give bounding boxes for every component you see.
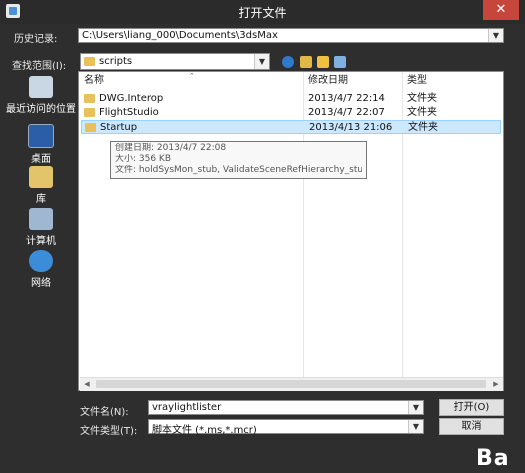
filetype-select[interactable]: 脚本文件 (*.ms,*.mcr) ▼ xyxy=(148,419,424,436)
window-title: 打开文件 xyxy=(238,6,287,20)
sort-arrow-icon: ⌃ xyxy=(189,72,195,80)
watermark: Ba xyxy=(476,446,510,471)
place-label: 网络 xyxy=(31,278,51,289)
lookin-value: scripts xyxy=(99,56,133,67)
folder-tooltip: 创建日期: 2013/4/7 22:08 大小: 356 KB 文件: hold… xyxy=(110,141,367,179)
place-recent[interactable]: 最近访问的位置 xyxy=(6,76,76,115)
folder-icon xyxy=(85,123,96,132)
open-file-dialog: 打开文件 ✕ 历史记录: C:\Users\liang_000\Document… xyxy=(0,0,525,473)
view-menu-icon[interactable] xyxy=(334,56,346,68)
file-date: 2013/4/7 22:14 xyxy=(308,93,385,104)
file-type: 文件夹 xyxy=(407,107,437,118)
tooltip-size: 大小: 356 KB xyxy=(115,154,172,164)
history-combo[interactable]: C:\Users\liang_000\Documents\3dsMax ▼ xyxy=(78,28,504,43)
file-date: 2013/4/7 22:07 xyxy=(308,107,385,118)
file-date: 2013/4/13 21:06 xyxy=(309,122,393,133)
close-button[interactable]: ✕ xyxy=(483,0,519,20)
filename-label: 文件名(N): xyxy=(80,407,129,418)
file-name: FlightStudio xyxy=(99,107,159,118)
place-network[interactable]: 网络 xyxy=(6,250,76,289)
lookin-combo[interactable]: scripts ▼ xyxy=(80,53,270,70)
title-bar: 打开文件 ✕ xyxy=(0,0,525,24)
cancel-button[interactable]: 取消 xyxy=(439,418,504,435)
place-library[interactable]: 库 xyxy=(6,166,76,205)
horizontal-scrollbar[interactable]: ◀ ▶ xyxy=(80,377,503,391)
up-folder-icon[interactable] xyxy=(300,56,312,68)
list-item[interactable]: DWG.Interop 2013/4/7 22:14 文件夹 xyxy=(81,92,501,106)
list-item[interactable]: FlightStudio 2013/4/7 22:07 文件夹 xyxy=(81,106,501,120)
file-name: Startup xyxy=(100,122,138,133)
chevron-down-icon[interactable]: ▼ xyxy=(408,420,423,433)
chevron-down-icon[interactable]: ▼ xyxy=(254,54,269,69)
file-type: 文件夹 xyxy=(407,93,437,104)
scroll-left-icon[interactable]: ◀ xyxy=(80,378,94,391)
library-icon xyxy=(29,166,53,188)
filetype-label: 文件类型(T): xyxy=(80,426,138,437)
column-name-header[interactable]: 名称 xyxy=(84,72,104,90)
column-date-header[interactable]: 修改日期 xyxy=(308,72,348,90)
column-type-header[interactable]: 类型 xyxy=(407,72,427,90)
file-name: DWG.Interop xyxy=(99,93,164,104)
new-folder-icon[interactable] xyxy=(317,56,329,68)
folder-icon xyxy=(84,108,95,117)
place-label: 库 xyxy=(36,194,46,205)
open-button[interactable]: 打开(O) xyxy=(439,399,504,416)
places-bar: 最近访问的位置 桌面 库 计算机 网络 xyxy=(6,70,76,400)
recent-icon xyxy=(29,76,53,98)
filename-input[interactable]: vraylightlister ▼ xyxy=(148,400,424,415)
scroll-right-icon[interactable]: ▶ xyxy=(489,378,503,391)
history-label: 历史记录: xyxy=(14,34,58,45)
file-type: 文件夹 xyxy=(408,122,438,133)
filetype-value: 脚本文件 (*.ms,*.mcr) xyxy=(152,425,257,436)
place-label: 计算机 xyxy=(26,236,56,247)
place-label: 最近访问的位置 xyxy=(6,104,76,115)
filename-value: vraylightlister xyxy=(152,402,222,413)
tooltip-created: 创建日期: 2013/4/7 22:08 xyxy=(115,143,227,153)
scrollbar-thumb[interactable] xyxy=(96,380,486,388)
history-value: C:\Users\liang_000\Documents\3dsMax xyxy=(82,30,278,41)
folder-icon xyxy=(84,57,95,66)
place-desktop[interactable]: 桌面 xyxy=(6,124,76,165)
tooltip-files: 文件: holdSysMon_stub, ValidateSceneRefHie… xyxy=(115,165,362,175)
list-item-selected[interactable]: Startup 2013/4/13 21:06 文件夹 xyxy=(81,120,501,134)
computer-icon xyxy=(29,208,53,230)
back-icon[interactable] xyxy=(282,56,294,68)
desktop-icon xyxy=(28,124,54,148)
place-computer[interactable]: 计算机 xyxy=(6,208,76,247)
chevron-down-icon[interactable]: ▼ xyxy=(488,29,503,42)
folder-icon xyxy=(84,94,95,103)
place-label: 桌面 xyxy=(31,154,51,165)
chevron-down-icon[interactable]: ▼ xyxy=(408,401,423,414)
network-icon xyxy=(29,250,53,272)
file-list[interactable]: 名称 ⌃ 修改日期 类型 DWG.Interop 2013/4/7 22:14 … xyxy=(78,71,504,391)
